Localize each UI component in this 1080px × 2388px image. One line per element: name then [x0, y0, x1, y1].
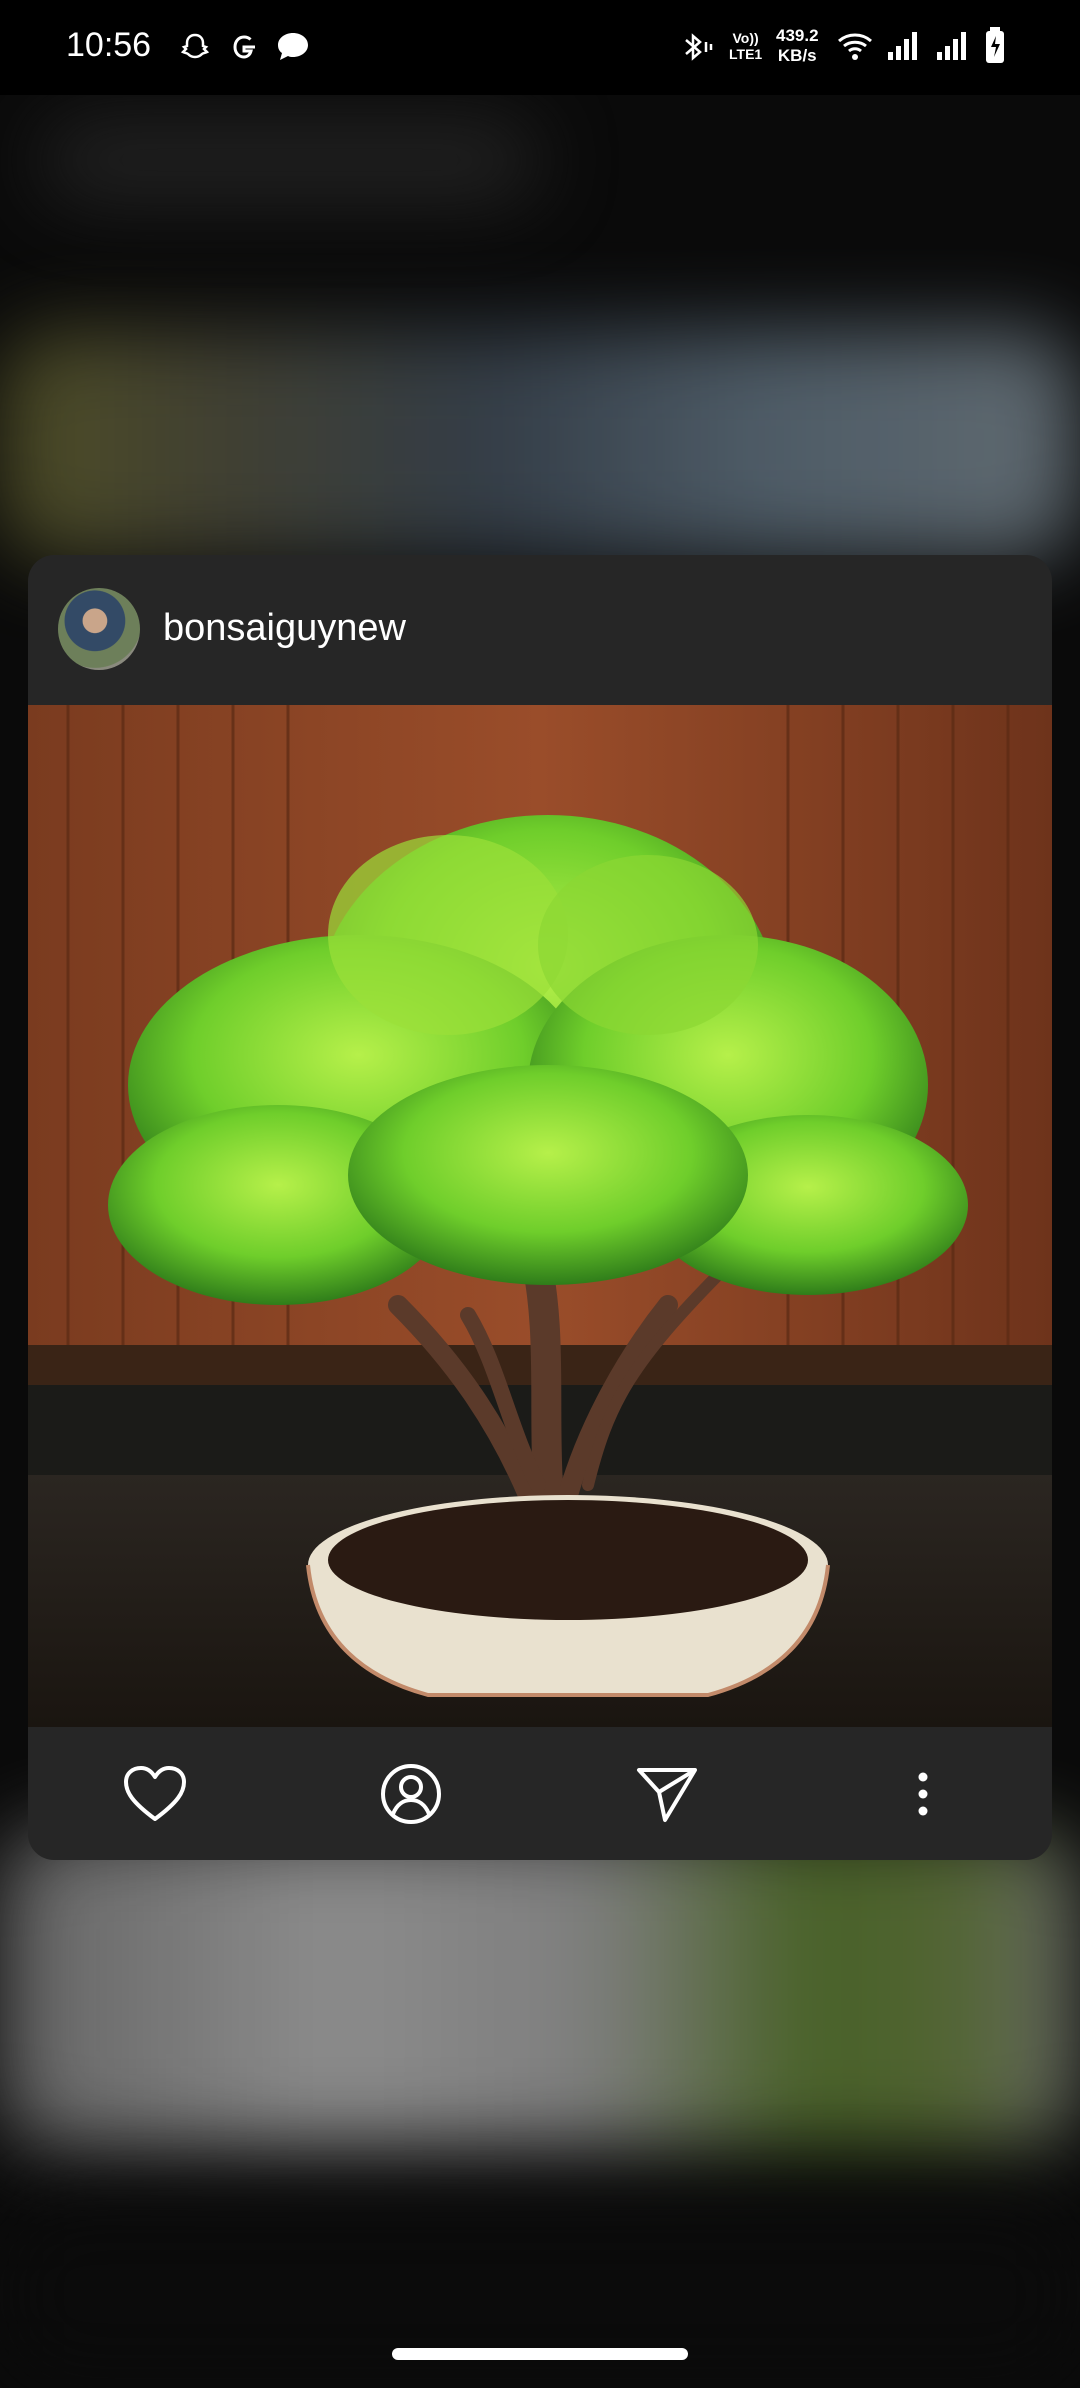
- bluetooth-icon: [685, 33, 713, 61]
- heart-icon: [124, 1766, 186, 1821]
- lte-label: LTE1: [729, 46, 763, 62]
- post-actions-bar: [28, 1727, 1052, 1860]
- avatar[interactable]: [58, 588, 140, 670]
- snapchat-icon: [180, 33, 210, 59]
- network-rate-value: 439.2: [776, 26, 819, 45]
- share-button[interactable]: [630, 1757, 704, 1831]
- like-button[interactable]: [118, 1757, 192, 1831]
- blurred-post-image: [0, 330, 1080, 560]
- wifi-icon: [838, 33, 872, 60]
- bonsai-photo: [28, 705, 1052, 1727]
- blurred-header: [40, 120, 540, 200]
- more-options-button[interactable]: [886, 1757, 960, 1831]
- profile-icon: [381, 1764, 441, 1824]
- send-icon: [637, 1768, 697, 1822]
- username[interactable]: bonsaiguynew: [163, 607, 406, 650]
- google-icon: [233, 35, 255, 59]
- view-profile-button[interactable]: [374, 1757, 448, 1831]
- status-time: 10:56: [66, 26, 152, 64]
- more-icon: [918, 1772, 928, 1816]
- post-preview-card: bonsaiguynew: [28, 555, 1052, 1860]
- signal-icon: [937, 32, 966, 60]
- post-header: bonsaiguynew: [28, 555, 1052, 705]
- home-indicator[interactable]: [392, 2348, 688, 2360]
- status-bar: 10:56 Vo)) LTE1 439.2 KB/s: [0, 0, 1080, 95]
- volte-indicator: Vo)) LTE1: [729, 30, 762, 62]
- battery-charging-icon: [986, 27, 1004, 63]
- message-icon: [278, 33, 308, 60]
- network-rate: 439.2 KB/s: [776, 26, 819, 66]
- volte-label: Vo)): [732, 30, 759, 46]
- blurred-grid-images: [0, 1830, 1080, 2150]
- network-rate-unit: KB/s: [777, 46, 817, 65]
- signal-icon: [888, 32, 917, 60]
